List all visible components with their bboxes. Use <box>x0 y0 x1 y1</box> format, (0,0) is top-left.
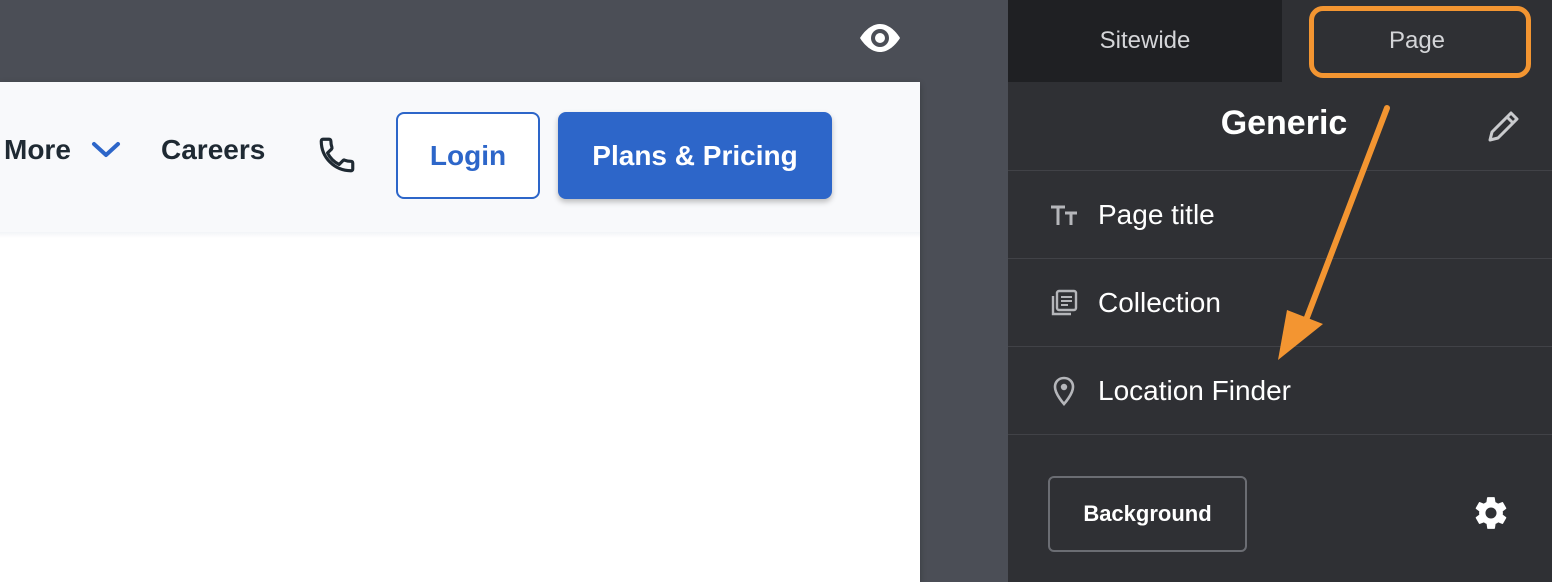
map-pin-icon <box>1048 375 1080 407</box>
background-button[interactable]: Background <box>1048 476 1247 552</box>
pencil-icon[interactable] <box>1484 106 1524 146</box>
tab-page[interactable]: Page <box>1282 0 1552 82</box>
panel-item-location-finder[interactable]: Location Finder <box>1008 346 1552 434</box>
nav-more-label: More <box>4 134 71 165</box>
site-preview: More Careers Login Plans & Pricing <box>0 82 920 582</box>
plans-pricing-button[interactable]: Plans & Pricing <box>558 112 832 199</box>
eye-icon <box>860 24 900 52</box>
site-header: More Careers Login Plans & Pricing <box>0 82 920 238</box>
panel-header: Generic <box>1008 82 1552 170</box>
editor-canvas: More Careers Login Plans & Pricing <box>0 0 1008 582</box>
gear-icon[interactable] <box>1472 494 1510 532</box>
panel-title: Generic <box>1220 104 1348 142</box>
text-size-icon <box>1048 199 1080 231</box>
divider <box>1008 434 1552 435</box>
nav-item-careers[interactable]: Careers <box>161 134 265 166</box>
settings-panel: Sitewide Page Generic Page title Collect… <box>1008 0 1552 582</box>
panel-item-collection[interactable]: Collection <box>1008 258 1552 346</box>
login-button[interactable]: Login <box>396 112 540 199</box>
preview-toggle-button[interactable] <box>856 18 904 58</box>
nav-item-more[interactable]: More <box>4 134 121 166</box>
collection-icon <box>1048 287 1080 319</box>
tab-sitewide[interactable]: Sitewide <box>1008 0 1282 82</box>
phone-icon[interactable] <box>316 134 358 176</box>
chevron-down-icon <box>91 142 120 157</box>
panel-item-label: Page title <box>1098 198 1215 230</box>
panel-item-label: Collection <box>1098 286 1221 318</box>
panel-tab-bar: Sitewide Page <box>1008 0 1552 82</box>
panel-item-label: Location Finder <box>1098 374 1292 406</box>
panel-item-page-title[interactable]: Page title <box>1008 170 1552 258</box>
